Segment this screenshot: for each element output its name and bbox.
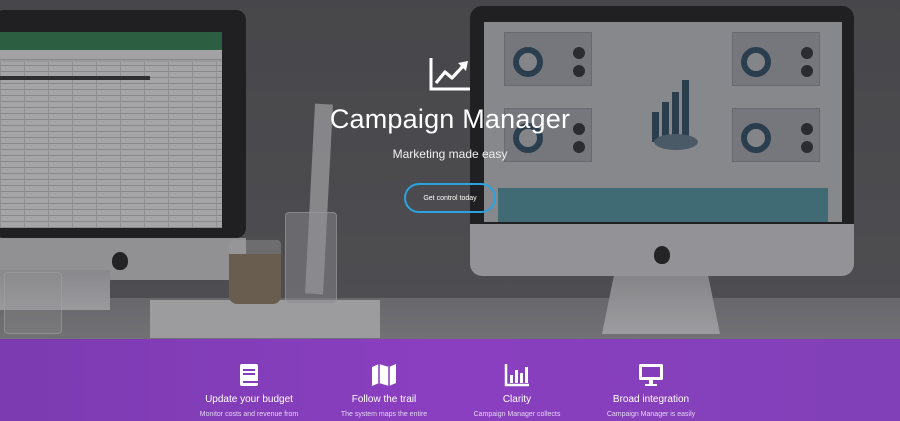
- hero-title: Campaign Manager: [329, 104, 571, 134]
- feature-follow-trail: Follow the trail The system maps the ent…: [309, 339, 459, 418]
- book-icon: [240, 364, 258, 386]
- features-section: Update your budget Monitor costs and rev…: [0, 339, 900, 421]
- feature-description: Campaign Manager collects: [473, 411, 561, 418]
- map-icon: [372, 364, 396, 386]
- feature-broad-integration: Broad integration Campaign Manager is ea…: [576, 339, 726, 418]
- feature-description: The system maps the entire: [340, 411, 428, 418]
- feature-title: Update your budget: [205, 394, 293, 405]
- feature-description: Monitor costs and revenue from: [199, 411, 299, 418]
- feature-update-budget: Update your budget Monitor costs and rev…: [174, 339, 324, 418]
- feature-title: Follow the trail: [351, 394, 417, 405]
- feature-title: Broad integration: [612, 394, 690, 405]
- trend-chart-icon: [429, 58, 470, 91]
- get-control-button[interactable]: Get control today: [404, 183, 496, 213]
- hero-section: Campaign Manager Marketing made easy Get…: [0, 0, 900, 339]
- bar-chart-icon: [504, 364, 529, 387]
- feature-description: Campaign Manager is easily: [606, 411, 696, 418]
- feature-title: Clarity: [502, 394, 532, 405]
- hero-overlay: [0, 0, 900, 339]
- feature-clarity: Clarity Campaign Manager collects: [442, 339, 592, 418]
- hero-subtitle: Marketing made easy: [392, 147, 508, 161]
- monitor-icon: [639, 364, 663, 386]
